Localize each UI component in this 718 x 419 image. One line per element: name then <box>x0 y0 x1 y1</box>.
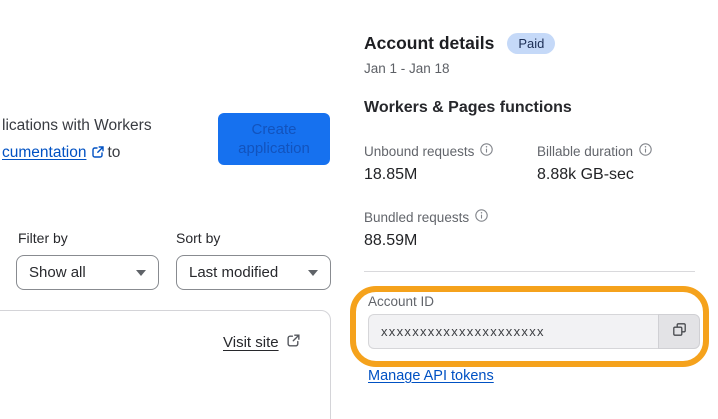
sort-select-value: Last modified <box>189 264 279 281</box>
documentation-link[interactable]: cumentation <box>2 144 86 161</box>
intro-suffix: to <box>107 144 121 161</box>
project-card <box>0 310 331 419</box>
intro-line1: lications with Workers <box>2 117 152 134</box>
plan-badge: Paid <box>507 33 556 54</box>
intro-text: lications with Workers cumentation to <box>2 112 152 168</box>
copy-button[interactable] <box>658 314 700 349</box>
intro-line2: cumentation to <box>2 139 152 168</box>
external-link-icon <box>286 333 301 352</box>
copy-icon <box>671 321 688 343</box>
filter-by-label: Filter by <box>18 230 68 246</box>
chevron-down-icon <box>136 269 146 276</box>
account-details-header: Account details Paid <box>364 33 556 54</box>
account-details-title: Account details <box>364 33 495 53</box>
account-id-label: Account ID <box>368 294 435 309</box>
info-icon[interactable] <box>475 209 488 225</box>
account-id-field-group <box>368 314 700 349</box>
visit-site-label: Visit site <box>223 334 279 351</box>
visit-site-link[interactable]: Visit site <box>223 333 301 352</box>
stat-value-bundled: 88.59M <box>364 232 418 249</box>
stat-value-billable: 8.88k GB-sec <box>537 166 634 183</box>
divider <box>364 271 695 272</box>
sort-select[interactable]: Last modified <box>176 255 331 290</box>
workers-pages-dashboard: lications with Workers cumentation to Cre… <box>0 0 718 419</box>
stat-label-billable: Billable duration <box>537 143 652 159</box>
date-range: Jan 1 - Jan 18 <box>364 61 450 76</box>
info-icon[interactable] <box>639 143 652 159</box>
stat-label-unbound: Unbound requests <box>364 143 494 159</box>
functions-section-title: Workers & Pages functions <box>364 99 572 116</box>
create-application-button[interactable]: Create application <box>218 113 330 165</box>
external-link-icon <box>91 141 105 168</box>
stat-value-unbound: 18.85M <box>364 166 418 183</box>
manage-api-tokens-link[interactable]: Manage API tokens <box>368 368 494 384</box>
info-icon[interactable] <box>480 143 494 159</box>
filter-select-value: Show all <box>29 264 86 281</box>
sort-by-label: Sort by <box>176 230 221 246</box>
stat-label-bundled: Bundled requests <box>364 209 488 225</box>
filter-select[interactable]: Show all <box>16 255 159 290</box>
chevron-down-icon <box>308 269 318 276</box>
account-id-input[interactable] <box>368 314 658 349</box>
